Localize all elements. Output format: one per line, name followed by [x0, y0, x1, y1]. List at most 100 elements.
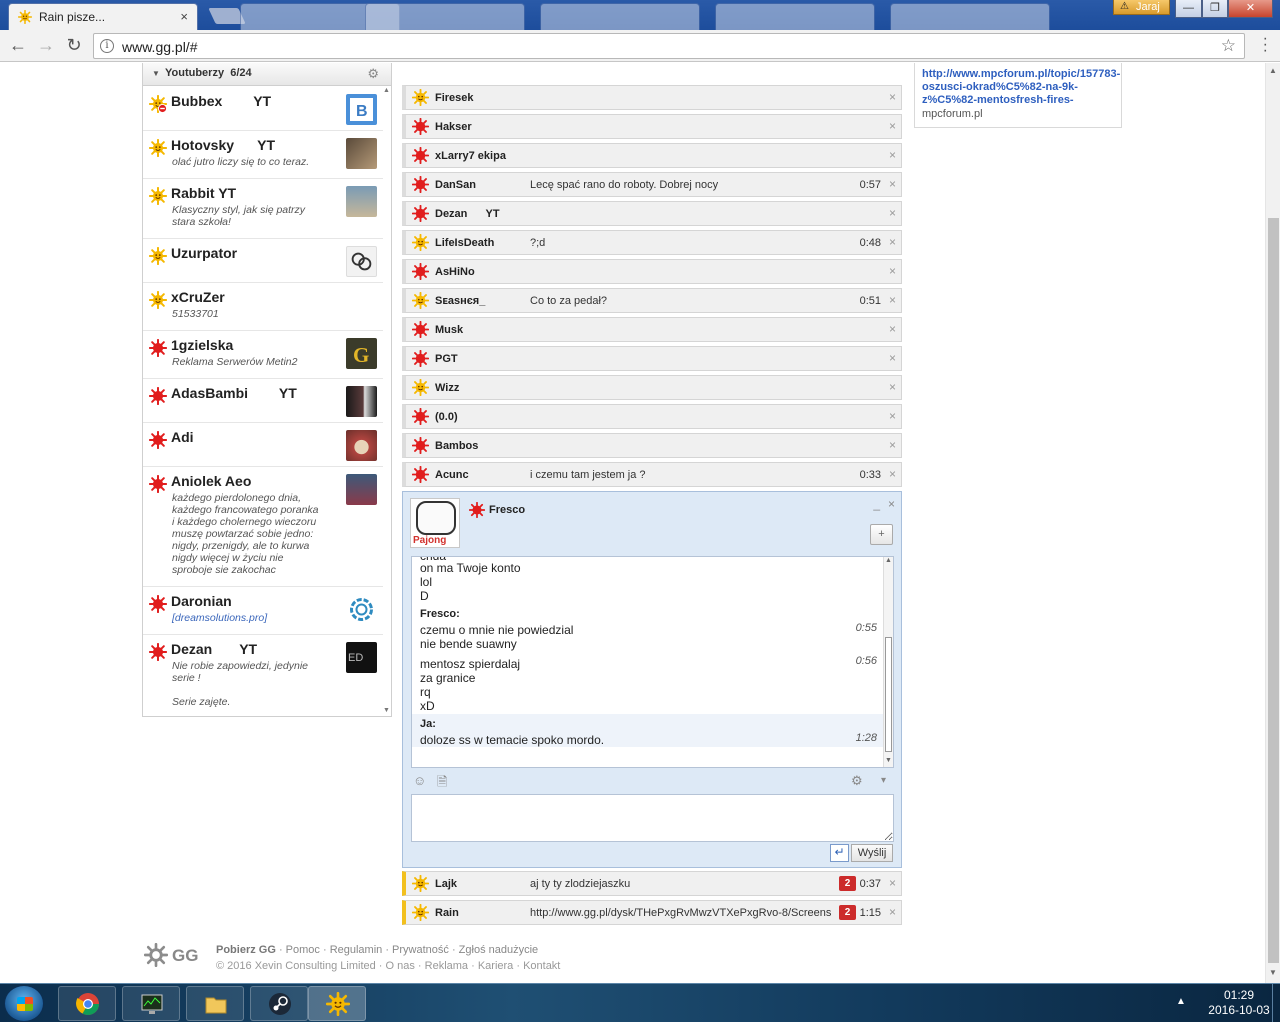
contact-item[interactable]: Dezan YT Nie robie zapowiedzi, jedynie s…	[143, 635, 383, 717]
conversation-row[interactable]: Acunc i czemu tam jestem ja ? 0:33 ×	[402, 462, 902, 487]
close-icon[interactable]: ×	[888, 497, 895, 511]
contact-item[interactable]: Bubbex YT B	[143, 87, 383, 131]
minimize-window-button[interactable]: —	[1175, 0, 1202, 18]
close-icon[interactable]: ×	[889, 235, 896, 249]
profile-badge[interactable]: ⚠ Jaraj	[1113, 0, 1170, 15]
forward-arrow-icon[interactable]: →	[35, 35, 57, 57]
close-icon[interactable]: ×	[889, 119, 896, 133]
add-contact-button[interactable]: +	[870, 524, 893, 545]
clock[interactable]: 01:29 2016-10-03	[1208, 988, 1270, 1018]
conversation-row[interactable]: LifeIsDeath ?;d 0:48 ×	[402, 230, 902, 255]
chevron-down-icon[interactable]: ▾	[881, 775, 886, 786]
conversation-row[interactable]: Musk ×	[402, 317, 902, 342]
tab-background[interactable]	[540, 3, 700, 30]
close-icon[interactable]: ×	[889, 90, 896, 104]
enter-to-send-toggle[interactable]: ↵	[830, 844, 849, 862]
conversation-row[interactable]: AsHiNo ×	[402, 259, 902, 284]
contact-item[interactable]: Rabbit YT Klasyczny styl, jak się patrzy…	[143, 179, 383, 239]
bookmark-star-icon[interactable]: ☆	[1221, 36, 1236, 56]
conversation-row[interactable]: Hakser ×	[402, 114, 902, 139]
conversation-row[interactable]: Firesek ×	[402, 85, 902, 110]
taskbar-gg[interactable]	[308, 986, 366, 1021]
link-preview[interactable]: http://www.mpcforum.pl/topic/157783- osz…	[914, 63, 1122, 128]
contact-item[interactable]: Adi	[143, 423, 383, 467]
gear-icon[interactable]: ⚙	[851, 773, 863, 789]
send-button[interactable]: Wyślij	[851, 844, 893, 862]
close-icon[interactable]: ×	[889, 438, 896, 452]
address-bar[interactable]: i www.gg.pl/# ☆	[93, 33, 1245, 59]
collapse-triangle-icon[interactable]: ▼	[152, 69, 160, 78]
back-arrow-icon[interactable]: ←	[7, 35, 29, 57]
message-input[interactable]	[411, 794, 894, 842]
conversation-row[interactable]: Dezan YT ×	[402, 201, 902, 226]
scroll-down-arrow-icon[interactable]: ▼	[1269, 968, 1277, 977]
close-icon[interactable]: ×	[889, 177, 896, 191]
show-desktop-button[interactable]	[1272, 984, 1280, 1022]
url-text[interactable]: www.gg.pl/#	[122, 39, 197, 55]
minimize-icon[interactable]: _	[873, 497, 880, 511]
close-icon[interactable]: ×	[180, 9, 188, 24]
footer-link-list[interactable]: · Pomoc · Regulamin · Prywatność · Zgłoś…	[276, 944, 538, 956]
send-file-icon[interactable]: 🗎	[437, 773, 447, 795]
close-icon[interactable]: ×	[889, 322, 896, 336]
page-scrollbar[interactable]: ▲ ▼	[1265, 63, 1280, 983]
close-icon[interactable]: ×	[889, 905, 896, 919]
contact-group-header[interactable]: ▼ Youtuberzy 6/24 ⚙	[143, 63, 391, 86]
taskbar-steam[interactable]	[250, 986, 308, 1021]
close-icon[interactable]: ×	[889, 409, 896, 423]
taskbar-chrome[interactable]	[58, 986, 116, 1021]
conversation-row[interactable]: (0.0) ×	[402, 404, 902, 429]
gear-icon[interactable]: ⚙	[367, 66, 379, 82]
chevron-up-icon[interactable]: ▲	[1176, 996, 1186, 1007]
tab-active[interactable]: Rain pisze... ×	[8, 3, 198, 30]
conversation-row[interactable]: xLarry7 ekipa ×	[402, 143, 902, 168]
conversation-row-unread[interactable]: Lajk aj ty ty zlodziejaszku 2 0:37 ×	[402, 871, 902, 896]
scroll-up-arrow-icon[interactable]: ▲	[383, 87, 390, 94]
contact-description-link[interactable]: [dreamsolutions.pro]	[172, 612, 328, 624]
contact-item[interactable]: 1gzielska Reklama Serwerów Metin2 G	[143, 331, 383, 379]
menu-icon[interactable]: · · ·	[1263, 31, 1268, 59]
close-icon[interactable]: ×	[889, 351, 896, 365]
tab-background[interactable]	[365, 3, 525, 30]
chat-log-scrollbar[interactable]: ▲ ▼	[883, 557, 893, 767]
taskbar-explorer[interactable]	[186, 986, 244, 1021]
scroll-down-arrow-icon[interactable]: ▼	[885, 757, 892, 764]
scroll-thumb[interactable]	[1268, 218, 1279, 963]
contact-list-scrollbar[interactable]: ▲ ▼	[382, 87, 392, 717]
close-icon[interactable]: ×	[889, 380, 896, 394]
download-link[interactable]: Pobierz GG	[216, 944, 276, 956]
scroll-up-arrow-icon[interactable]: ▲	[1269, 66, 1277, 75]
contact-item[interactable]: Uzurpator	[143, 239, 383, 283]
conversation-row[interactable]: Bambos ×	[402, 433, 902, 458]
close-icon[interactable]: ×	[889, 264, 896, 278]
scroll-thumb[interactable]	[885, 637, 892, 752]
conversation-row[interactable]: DanSan Lecę spać rano do roboty. Dobrej …	[402, 172, 902, 197]
contact-item[interactable]: xCruZer 51533701	[143, 283, 383, 331]
tab-background[interactable]	[890, 3, 1050, 30]
taskbar-monitor[interactable]	[122, 986, 180, 1021]
conversation-row[interactable]: PGT ×	[402, 346, 902, 371]
maximize-window-button[interactable]: ❐	[1202, 0, 1228, 18]
close-window-button[interactable]: ✕	[1228, 0, 1273, 18]
footer-copyright[interactable]: © 2016 Xevin Consulting Limited · O nas …	[216, 960, 560, 972]
contact-item[interactable]: Aniolek Aeo każdego pierdolonego dnia, k…	[143, 467, 383, 587]
close-icon[interactable]: ×	[889, 876, 896, 890]
close-icon[interactable]: ×	[889, 467, 896, 481]
contact-item[interactable]: AdasBambi YT	[143, 379, 383, 423]
conversation-row-unread[interactable]: Rain http://www.gg.pl/dysk/THePxgRvMwzVT…	[402, 900, 902, 925]
scroll-down-arrow-icon[interactable]: ▼	[383, 707, 390, 714]
conversation-row[interactable]: Sᴇasнєя_ Co to za pedał? 0:51 ×	[402, 288, 902, 313]
close-icon[interactable]: ×	[889, 293, 896, 307]
conversation-row[interactable]: Wizz ×	[402, 375, 902, 400]
info-icon[interactable]: i	[100, 39, 114, 53]
chat-message-log[interactable]: chda on ma Twoje konto lol D Fresco: cze…	[411, 556, 894, 768]
contact-item[interactable]: Hotovsky YT olać jutro liczy się to co t…	[143, 131, 383, 179]
emoticon-icon[interactable]: ☺	[413, 773, 426, 788]
close-icon[interactable]: ×	[889, 148, 896, 162]
reload-icon[interactable]: ↻	[63, 35, 85, 57]
contact-item[interactable]: Daronian [dreamsolutions.pro]	[143, 587, 383, 635]
tab-background[interactable]	[715, 3, 875, 30]
start-button[interactable]	[4, 985, 44, 1022]
scroll-up-arrow-icon[interactable]: ▲	[885, 557, 892, 564]
preview-link[interactable]: http://www.mpcforum.pl/topic/157783- osz…	[922, 68, 1121, 107]
